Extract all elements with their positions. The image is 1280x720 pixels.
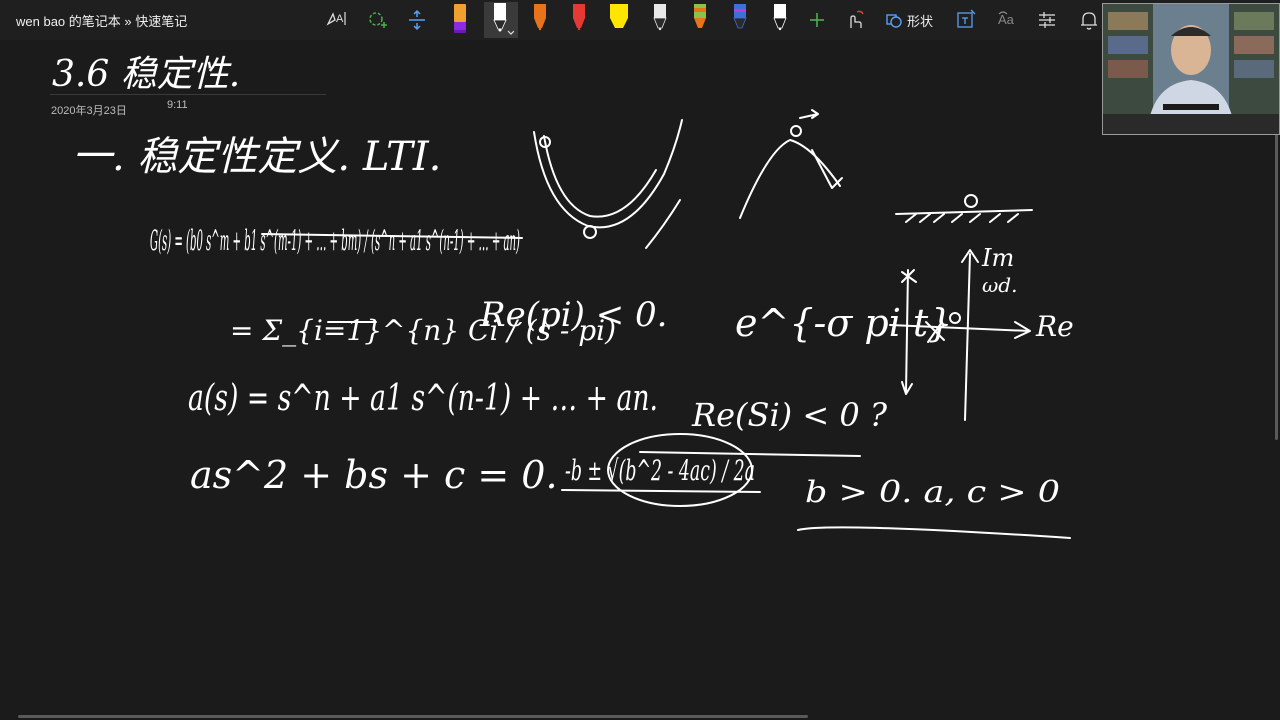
ink-to-shape-icon[interactable] <box>883 4 905 36</box>
pen-blue[interactable] <box>723 4 757 36</box>
ink-axis-im: Im <box>981 244 1014 272</box>
ink-char-poly: a(s) = s^n + a1 s^(n-1) + … + an. <box>188 378 658 419</box>
pen-white-3[interactable] <box>763 4 797 36</box>
webcam-overlay <box>1102 3 1280 135</box>
svg-text:Aa: Aa <box>998 12 1015 27</box>
lasso-plus-icon[interactable] <box>360 4 394 36</box>
ink-re-si: Re(Si) < 0 ? <box>691 396 888 434</box>
ink-transfer-function: G(s) = (b0 s^m + b1 s^(m-1) + … + bm) / … <box>150 224 520 257</box>
shapes-label[interactable]: 形状 <box>907 11 933 30</box>
ink-axis-re: Re <box>1035 310 1074 343</box>
plus-icon[interactable] <box>800 4 834 36</box>
handwriting-ink: 3.6 稳定性. 一. 稳定性定义. LTI. G(s) = (b0 s^m +… <box>52 54 1074 539</box>
pen-red[interactable] <box>562 4 596 36</box>
pen-white-2[interactable] <box>643 4 677 36</box>
insert-space-icon[interactable] <box>400 4 434 36</box>
highlighter-yellow[interactable] <box>602 4 636 36</box>
window-title: wen bao 的笔记本 » 快速笔记 <box>16 14 188 29</box>
note-canvas[interactable]: 2020年3月23日 9:11 3.6 稳定性. 一. 稳定性定义. LTI. … <box>0 40 1280 720</box>
ink-to-text-icon[interactable] <box>949 4 983 36</box>
ink-re-condition: Re(pi) < 0. <box>479 295 667 335</box>
ink-quadratic: as^2 + bs + c = 0. <box>190 453 558 497</box>
ink-roots: -b ± √(b^2 - 4ac) / 2a <box>565 454 755 487</box>
ink-replay-icon[interactable]: Aa <box>990 4 1024 36</box>
condition-underline <box>797 526 1071 539</box>
hill-sketch <box>739 109 843 219</box>
ink-axis-wd: ωd. <box>982 273 1017 297</box>
pen-white-selected[interactable] <box>484 2 518 38</box>
bowl-sketch <box>533 119 683 249</box>
surface-sketch <box>895 194 1033 223</box>
horizontal-scrollbar[interactable] <box>18 715 808 718</box>
toolbar: wen bao 的笔记本 » 快速笔记 A 形状 Aa <box>0 0 1280 41</box>
ink-line1: 一. 稳定性定义. LTI. <box>72 134 441 180</box>
ink-settings-icon[interactable] <box>1030 4 1064 36</box>
lasso-text-icon[interactable]: A <box>320 4 354 36</box>
bell-icon[interactable] <box>1072 4 1106 36</box>
ink-conditions: b > 0. a, c > 0 <box>805 475 1060 510</box>
fraction-bar-3 <box>561 489 761 493</box>
svg-text:A: A <box>336 13 344 25</box>
ink-page-title: 3.6 稳定性. <box>52 54 240 95</box>
touch-draw-icon[interactable] <box>838 4 872 36</box>
ink-exponential: e^{-σ pi t} <box>735 301 952 345</box>
pen-galaxy[interactable] <box>683 4 717 36</box>
pen-orange[interactable] <box>523 4 557 36</box>
highlighter-purple[interactable] <box>443 4 477 36</box>
